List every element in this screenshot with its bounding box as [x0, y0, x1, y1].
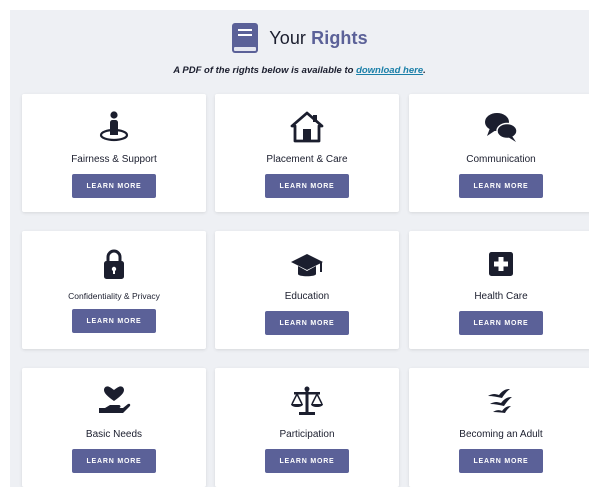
- house-icon: [290, 110, 324, 144]
- download-link[interactable]: download here: [356, 65, 423, 76]
- card-label: Fairness & Support: [71, 154, 157, 165]
- title-accent: Rights: [311, 27, 368, 48]
- card-becoming-adult: Becoming an Adult LEARN MORE: [409, 368, 589, 487]
- card-label: Confidentiality & Privacy: [68, 291, 160, 301]
- card-fairness-support: Fairness & Support LEARN MORE: [22, 94, 206, 212]
- learn-more-button-communication[interactable]: LEARN MORE: [459, 174, 543, 198]
- title-prefix: Your: [269, 27, 307, 48]
- card-label: Participation: [279, 429, 335, 440]
- learn-more-button-becoming-adult[interactable]: LEARN MORE: [459, 449, 543, 473]
- card-basic-needs: Basic Needs LEARN MORE: [22, 368, 206, 487]
- card-participation: Participation LEARN MORE: [215, 368, 399, 487]
- card-label: Education: [284, 291, 330, 302]
- card-label: Health Care: [474, 291, 528, 302]
- graduation-cap-icon: [290, 249, 324, 283]
- heart-hand-icon: [97, 384, 131, 418]
- learn-more-button-participation[interactable]: LEARN MORE: [265, 449, 349, 473]
- learn-more-button-fairness[interactable]: LEARN MORE: [72, 174, 156, 198]
- pdf-notice: A PDF of the rights below is available t…: [10, 65, 589, 76]
- chat-bubbles-icon: [484, 110, 518, 144]
- card-health-care: Health Care LEARN MORE: [409, 231, 589, 349]
- medical-cross-icon: [484, 247, 518, 281]
- person-target-icon: [97, 110, 131, 144]
- lock-icon: [97, 247, 131, 281]
- card-education: Education LEARN MORE: [215, 231, 399, 349]
- learn-more-button-education[interactable]: LEARN MORE: [265, 311, 349, 335]
- header: Your Rights: [10, 22, 589, 54]
- learn-more-button-confidentiality[interactable]: LEARN MORE: [72, 309, 156, 333]
- learn-more-button-basic-needs[interactable]: LEARN MORE: [72, 449, 156, 473]
- pdf-text: A PDF of the rights below is available t…: [173, 65, 354, 76]
- card-confidentiality-privacy: Confidentiality & Privacy LEARN MORE: [22, 231, 206, 349]
- card-label: Becoming an Adult: [459, 429, 543, 440]
- learn-more-button-placement[interactable]: LEARN MORE: [265, 174, 349, 198]
- learn-more-button-health[interactable]: LEARN MORE: [459, 311, 543, 335]
- pdf-suffix: .: [423, 65, 426, 76]
- card-communication: Communication LEARN MORE: [409, 94, 589, 212]
- card-label: Basic Needs: [85, 429, 143, 440]
- card-label: Communication: [466, 154, 536, 165]
- balance-scale-icon: [290, 384, 324, 418]
- birds-icon: [484, 384, 518, 418]
- card-label: Placement & Care: [266, 154, 348, 165]
- card-placement-care: Placement & Care LEARN MORE: [215, 94, 399, 212]
- book-icon: [232, 23, 259, 53]
- page-title: Your Rights: [269, 28, 368, 49]
- rights-panel: Your Rights A PDF of the rights below is…: [10, 10, 589, 487]
